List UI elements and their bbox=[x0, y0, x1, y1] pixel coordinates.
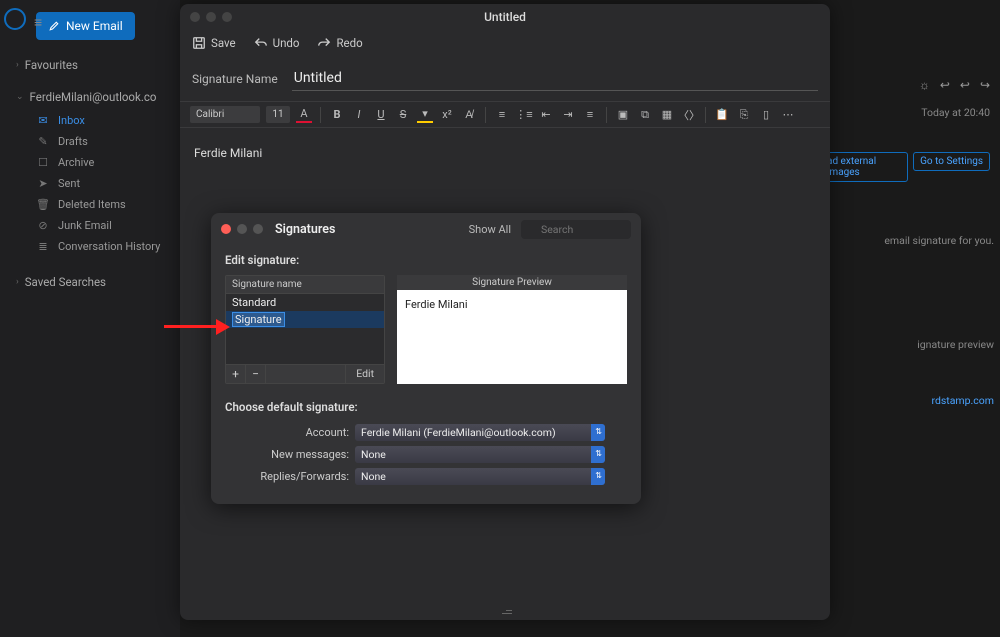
sun-icon[interactable]: ☼ bbox=[919, 78, 930, 92]
account-select[interactable]: Ferdie Milani (FerdieMilani@outlook.com)… bbox=[355, 424, 605, 441]
minimize-button[interactable] bbox=[237, 224, 247, 234]
editor-toolbar: Save Undo Redo bbox=[180, 30, 830, 56]
modal-title: Signatures bbox=[275, 222, 335, 237]
signature-preview: Signature Preview Ferdie Milani bbox=[397, 275, 627, 384]
clipboard-button[interactable]: 📋 bbox=[714, 107, 730, 123]
load-images-button[interactable]: ad external images bbox=[820, 152, 908, 182]
superscript-button[interactable]: x² bbox=[439, 107, 455, 123]
window-title: Untitled bbox=[180, 10, 830, 24]
font-color-button[interactable]: A bbox=[296, 107, 312, 123]
chevron-right-icon: › bbox=[16, 277, 19, 287]
chevron-down-icon: ⌄ bbox=[16, 92, 24, 102]
preview-body: Ferdie Milani bbox=[397, 290, 627, 384]
junk-icon: ⊘ bbox=[36, 219, 50, 232]
edit-signature-label: Edit signature: bbox=[225, 253, 627, 267]
app-sidebar: ≡ New Email › Favourites ⌄ FerdieMilani@… bbox=[0, 0, 180, 637]
go-settings-button[interactable]: Go to Settings bbox=[913, 152, 990, 171]
bold-button[interactable]: B bbox=[329, 107, 345, 123]
hamburger-icon[interactable]: ≡ bbox=[34, 14, 42, 31]
underline-button[interactable]: U bbox=[373, 107, 389, 123]
number-list-button[interactable]: ≡ bbox=[494, 107, 510, 123]
trash-icon: 🗑 bbox=[36, 198, 50, 211]
chevron-right-icon: › bbox=[16, 60, 19, 70]
replies-select[interactable]: None⇅ bbox=[355, 468, 605, 485]
copy-button[interactable]: ⎘ bbox=[736, 107, 752, 123]
account-label: Account: bbox=[225, 426, 355, 439]
window-titlebar[interactable]: Untitled bbox=[180, 4, 830, 30]
inbox-icon: ✉ bbox=[36, 114, 50, 127]
undo-button[interactable]: Undo bbox=[254, 36, 300, 50]
format-toolbar: A B I U S ▾ x² A̸ ≡ ⋮≡ ⇤ ⇥ ≡ ▣ ⧉ ▦ 〈〉 📋 … bbox=[180, 101, 830, 128]
conversation-icon: ≣ bbox=[36, 240, 50, 253]
folder-deleted[interactable]: 🗑Deleted Items bbox=[6, 194, 174, 215]
archive-icon: ☐ bbox=[36, 156, 50, 169]
signature-row-editing[interactable]: Signature bbox=[226, 311, 384, 328]
folder-junk[interactable]: ⊘Junk Email bbox=[6, 215, 174, 236]
saved-searches-header[interactable]: › Saved Searches bbox=[16, 275, 174, 289]
show-all-button[interactable]: Show All bbox=[469, 223, 511, 236]
highlight-button[interactable]: ▾ bbox=[417, 107, 433, 123]
pencil-icon: ✎ bbox=[36, 135, 50, 148]
folder-convo[interactable]: ≣Conversation History bbox=[6, 236, 174, 257]
close-button[interactable] bbox=[221, 224, 231, 234]
signature-link[interactable]: rdstamp.com bbox=[931, 394, 994, 407]
account-header[interactable]: ⌄ FerdieMilani@outlook.co bbox=[16, 90, 174, 104]
save-button[interactable]: Save bbox=[192, 36, 236, 50]
modal-traffic-lights[interactable] bbox=[221, 224, 263, 234]
background-mail-pane: ☼ ↩ ↩ ↪ Today at 20:40 ad external image… bbox=[820, 0, 1000, 637]
forward-icon[interactable]: ↪ bbox=[980, 78, 990, 92]
remove-signature-button[interactable]: − bbox=[246, 365, 266, 383]
reply-icon[interactable]: ↩ bbox=[940, 78, 950, 92]
new-email-button[interactable]: New Email bbox=[36, 12, 135, 40]
image-button[interactable]: ▣ bbox=[615, 107, 631, 123]
compose-icon bbox=[48, 20, 60, 32]
folder-sent[interactable]: ➤Sent bbox=[6, 173, 174, 194]
preview-header: Signature Preview bbox=[397, 275, 627, 290]
new-email-label: New Email bbox=[66, 19, 123, 33]
signature-name-label: Signature Name bbox=[192, 72, 278, 86]
search-input[interactable] bbox=[521, 220, 631, 239]
bullet-list-button[interactable]: ⋮≡ bbox=[516, 107, 532, 123]
indent-button[interactable]: ⇥ bbox=[560, 107, 576, 123]
outdent-button[interactable]: ⇤ bbox=[538, 107, 554, 123]
redo-button[interactable]: Redo bbox=[317, 36, 362, 50]
folder-drafts[interactable]: ✎Drafts bbox=[6, 131, 174, 152]
signatures-modal: Signatures Show All 🔍 Edit signature: Si… bbox=[211, 213, 641, 504]
folder-inbox[interactable]: ✉Inbox bbox=[6, 110, 174, 131]
signature-row-standard[interactable]: Standard bbox=[226, 294, 384, 311]
favourites-header[interactable]: › Favourites bbox=[16, 58, 174, 72]
folder-archive[interactable]: ☐Archive bbox=[6, 152, 174, 173]
signature-body[interactable]: Ferdie Milani bbox=[180, 128, 830, 178]
edit-signature-button[interactable]: Edit bbox=[345, 365, 384, 383]
signature-list-header: Signature name bbox=[226, 276, 384, 294]
italic-button[interactable]: I bbox=[351, 107, 367, 123]
strike-button[interactable]: S bbox=[395, 107, 411, 123]
link-button[interactable]: ⧉ bbox=[637, 107, 653, 123]
globe-icon bbox=[4, 8, 26, 30]
send-icon: ➤ bbox=[36, 177, 50, 190]
clear-format-button[interactable]: A̸ bbox=[461, 107, 477, 123]
more-button[interactable]: ⋯ bbox=[780, 107, 796, 123]
font-size-input[interactable] bbox=[266, 106, 290, 123]
table-button[interactable]: ▦ bbox=[659, 107, 675, 123]
redo-icon bbox=[317, 36, 331, 50]
code-button[interactable]: 〈〉 bbox=[681, 107, 697, 123]
defaults-header: Choose default signature: bbox=[225, 400, 627, 414]
save-icon bbox=[192, 36, 206, 50]
align-button[interactable]: ≡ bbox=[582, 107, 598, 123]
signature-list: Signature name Standard Signature + − Ed… bbox=[225, 275, 385, 384]
zoom-button[interactable] bbox=[253, 224, 263, 234]
new-messages-select[interactable]: None⇅ bbox=[355, 446, 605, 463]
replies-label: Replies/Forwards: bbox=[225, 470, 355, 483]
modal-titlebar[interactable]: Signatures Show All 🔍 bbox=[211, 213, 641, 245]
undo-icon bbox=[254, 36, 268, 50]
new-messages-label: New messages: bbox=[225, 448, 355, 461]
add-signature-button[interactable]: + bbox=[226, 365, 246, 383]
resize-handle[interactable] bbox=[498, 602, 512, 616]
paste-button[interactable]: ▯ bbox=[758, 107, 774, 123]
reply-all-icon[interactable]: ↩ bbox=[960, 78, 970, 92]
signature-name-input[interactable] bbox=[292, 66, 818, 91]
message-time: Today at 20:40 bbox=[921, 106, 990, 119]
font-select[interactable] bbox=[190, 106, 260, 123]
